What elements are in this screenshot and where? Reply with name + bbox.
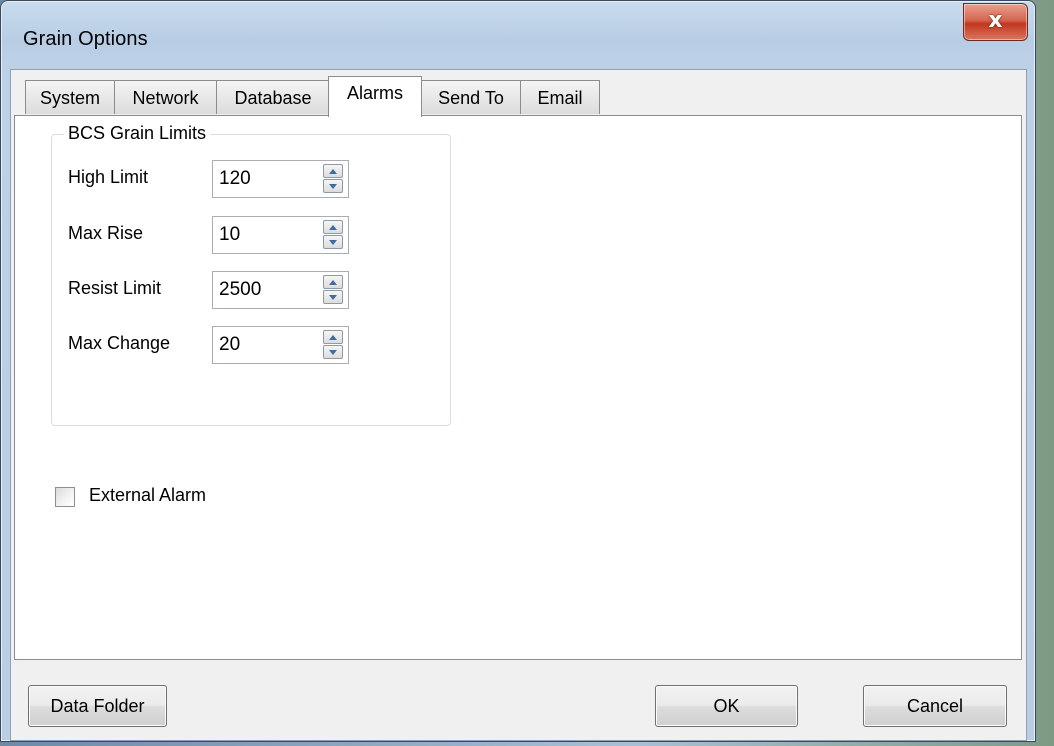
close-icon: x bbox=[988, 8, 1003, 33]
external-alarm-checkbox[interactable] bbox=[55, 487, 75, 507]
resist-limit-spinner[interactable]: 2500 bbox=[212, 271, 349, 309]
spin-down-arrow-icon bbox=[329, 184, 337, 189]
tab-database[interactable]: Database bbox=[216, 80, 330, 114]
spin-up-button[interactable] bbox=[323, 275, 343, 289]
spin-up-arrow-icon bbox=[329, 280, 337, 285]
max-change-value[interactable]: 20 bbox=[219, 334, 240, 356]
data-folder-button[interactable]: Data Folder bbox=[28, 685, 167, 727]
max-change-label: Max Change bbox=[68, 333, 171, 353]
spin-up-arrow-icon bbox=[329, 169, 337, 174]
tab-system[interactable]: System bbox=[25, 80, 115, 114]
max-rise-spinner[interactable]: 10 bbox=[212, 216, 349, 254]
spin-down-button[interactable] bbox=[323, 235, 343, 249]
client-area: System Network Database Alarms Send To E… bbox=[10, 69, 1027, 741]
spin-up-button[interactable] bbox=[323, 164, 343, 178]
spin-down-arrow-icon bbox=[329, 295, 337, 300]
spin-up-button[interactable] bbox=[323, 330, 343, 344]
bcs-grain-limits-group: BCS Grain Limits High Limit 120 Max Rise… bbox=[51, 123, 451, 426]
tab-send-to[interactable]: Send To bbox=[421, 80, 521, 114]
tab-network[interactable]: Network bbox=[114, 80, 217, 114]
close-button[interactable]: x bbox=[963, 3, 1028, 41]
group-title: BCS Grain Limits bbox=[64, 123, 211, 144]
spin-down-button[interactable] bbox=[323, 290, 343, 304]
resist-limit-label: Resist Limit bbox=[68, 278, 162, 298]
max-rise-label: Max Rise bbox=[68, 223, 144, 243]
spin-down-button[interactable] bbox=[323, 179, 343, 193]
ok-button[interactable]: OK bbox=[655, 685, 798, 727]
spin-up-button[interactable] bbox=[323, 220, 343, 234]
max-rise-value[interactable]: 10 bbox=[219, 224, 240, 246]
resist-limit-value[interactable]: 2500 bbox=[219, 279, 261, 301]
tab-email[interactable]: Email bbox=[520, 80, 600, 114]
title-bar[interactable]: Grain Options x bbox=[1, 1, 1035, 71]
alarms-tab-panel: BCS Grain Limits High Limit 120 Max Rise… bbox=[14, 115, 1022, 660]
spin-buttons bbox=[323, 220, 345, 250]
spin-down-button[interactable] bbox=[323, 345, 343, 359]
high-limit-label: High Limit bbox=[68, 167, 149, 187]
spin-down-arrow-icon bbox=[329, 240, 337, 245]
spin-buttons bbox=[323, 330, 345, 360]
spin-down-arrow-icon bbox=[329, 350, 337, 355]
tab-alarms[interactable]: Alarms bbox=[328, 76, 422, 117]
spin-buttons bbox=[323, 275, 345, 305]
window-title: Grain Options bbox=[23, 28, 148, 50]
spin-buttons bbox=[323, 164, 345, 194]
external-alarm-label[interactable]: External Alarm bbox=[89, 485, 206, 506]
dialog-window: Grain Options x System Network Database … bbox=[0, 0, 1036, 742]
cancel-button[interactable]: Cancel bbox=[863, 685, 1007, 727]
spin-up-arrow-icon bbox=[329, 335, 337, 340]
high-limit-value[interactable]: 120 bbox=[219, 168, 251, 190]
max-change-spinner[interactable]: 20 bbox=[212, 326, 349, 364]
high-limit-spinner[interactable]: 120 bbox=[212, 160, 349, 198]
spin-up-arrow-icon bbox=[329, 225, 337, 230]
